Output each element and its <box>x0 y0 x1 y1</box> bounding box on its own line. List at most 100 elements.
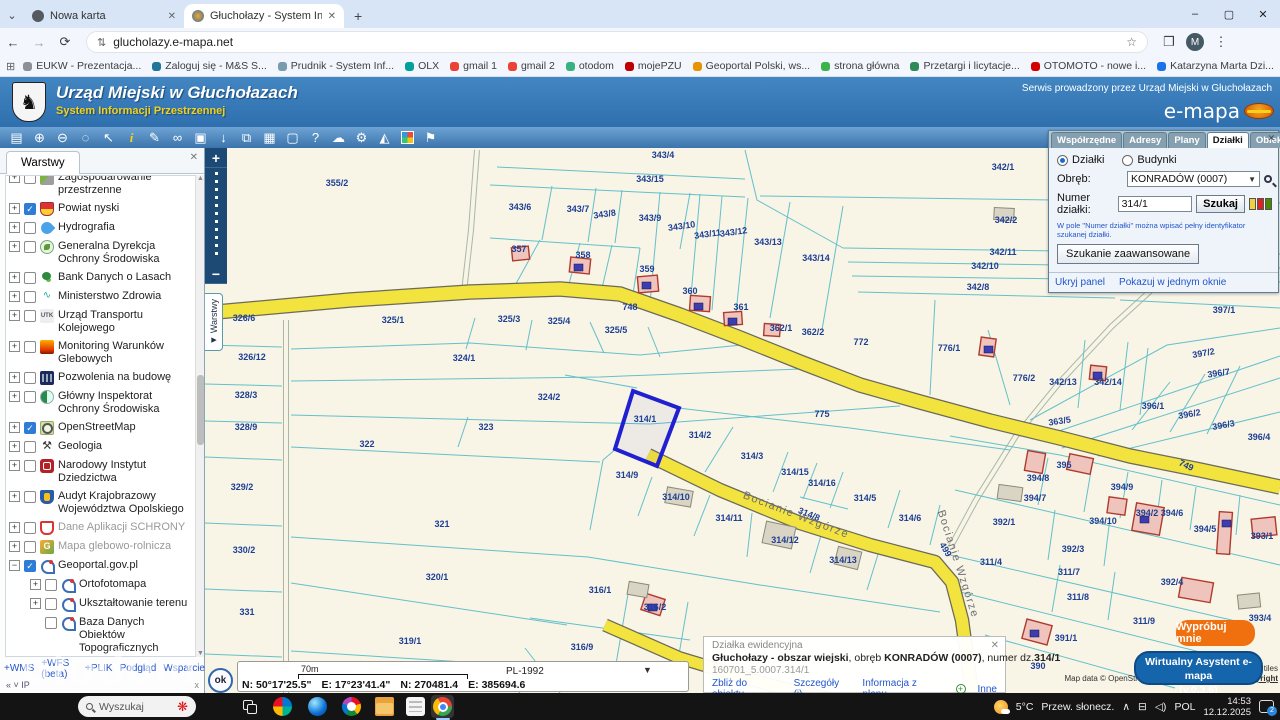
assistant-try-button[interactable]: Wypróbuj mnie <box>1176 620 1255 646</box>
mini-left[interactable]: « ˅ IP <box>6 680 30 690</box>
tab-search-icon[interactable]: ⌄ <box>0 9 24 28</box>
browser-tab-inactive[interactable]: Nowa karta ✕ <box>24 4 184 28</box>
reload-icon[interactable]: ⟳ <box>52 34 78 50</box>
search-icon[interactable] <box>1264 175 1272 183</box>
layer-item[interactable]: + ✓ OpenStreetMap <box>9 418 188 437</box>
expand-icon[interactable]: + <box>9 291 20 302</box>
browser-tab-active[interactable]: Głuchołazy - System Informacj ✕ <box>184 4 344 28</box>
link-icon[interactable]: ∞ <box>167 128 188 148</box>
layer-item[interactable]: + Narodowy Instytut Dziedzictwa <box>9 456 188 487</box>
expand-icon[interactable]: + <box>30 598 41 609</box>
download-icon[interactable]: ↓ <box>213 128 234 148</box>
extensions-icon[interactable]: ❒ <box>1156 34 1182 50</box>
close-icon[interactable]: ✕ <box>190 152 198 163</box>
volume-icon[interactable]: ◁) <box>1155 701 1167 713</box>
select-area-icon[interactable]: ◌ <box>75 128 96 148</box>
layer-checkbox[interactable] <box>24 460 36 472</box>
chrome-icon[interactable] <box>433 697 452 716</box>
edge-browser-icon[interactable] <box>308 697 327 716</box>
expand-icon[interactable]: + <box>9 241 20 252</box>
expand-icon[interactable]: + <box>9 310 20 321</box>
layer-checkbox[interactable] <box>24 310 36 322</box>
layer-checkbox[interactable]: ✓ <box>24 422 36 434</box>
designer-app-icon[interactable] <box>342 697 361 716</box>
maximize-button[interactable]: ▢ <box>1212 8 1246 21</box>
layer-checkbox[interactable] <box>24 241 36 253</box>
print-icon[interactable]: ▣ <box>190 128 211 148</box>
panels-icon[interactable]: ▦ <box>259 128 280 148</box>
zoom-out-button[interactable]: − <box>205 264 227 284</box>
radio-budynki[interactable]: Budynki <box>1122 154 1177 166</box>
layer-item[interactable]: + Monitoring Warunków Glebowych <box>9 337 188 368</box>
layer-item[interactable]: + ✓ Powiat nyski <box>9 199 188 218</box>
clock[interactable]: 14:53 12.12.2025 <box>1203 696 1251 718</box>
new-tab-button[interactable]: + <box>354 8 362 28</box>
layer-checkbox[interactable] <box>24 491 36 503</box>
layer-item[interactable]: Baza Danych Obiektów Topograficznych BDO… <box>9 613 188 656</box>
parcel-number-input[interactable]: 314/1 <box>1117 196 1193 212</box>
szukaj-button[interactable]: Szukaj <box>1196 195 1245 213</box>
bookmark-item[interactable]: mojePZU <box>624 60 682 72</box>
layer-item[interactable]: + Hydrografia <box>9 218 188 237</box>
panel-footer-link[interactable]: +WMS <box>4 663 34 674</box>
bookmark-item[interactable]: Przetargi i licytacje... <box>910 60 1020 72</box>
pointer-icon[interactable]: ↖ <box>98 128 119 148</box>
expand-icon[interactable]: + <box>9 203 20 214</box>
zoom-slider[interactable] <box>205 168 227 264</box>
layer-item[interactable]: + ⚒ Geologia <box>9 437 188 456</box>
menu-dots-icon[interactable]: ⋮ <box>1208 34 1234 50</box>
layer-checkbox[interactable] <box>24 341 36 353</box>
bookmark-item[interactable]: Zaloguj się - M&S S... <box>152 60 267 72</box>
scroll-down-icon[interactable]: ▼ <box>196 650 205 657</box>
compare-icon[interactable]: ◭ <box>374 128 395 148</box>
bookmark-star-icon[interactable]: ☆ <box>1126 35 1137 49</box>
layer-item[interactable]: + UTK Urząd Transportu Kolejowego <box>9 306 188 337</box>
expand-icon[interactable]: + <box>9 391 20 402</box>
tab-adresy[interactable]: Adresy <box>1123 132 1168 148</box>
upload-icon[interactable]: ☁ <box>328 128 349 148</box>
layer-checkbox[interactable] <box>24 372 36 384</box>
crs-label[interactable]: PL-1992 <box>506 666 544 677</box>
apps-grid-icon[interactable]: ⊞ <box>6 60 15 73</box>
bookmark-item[interactable]: gmail 1 <box>450 60 497 72</box>
scrollbar-thumb[interactable] <box>197 375 204 445</box>
layer-item[interactable]: + G Mapa glebowo-rolnicza <box>9 537 188 556</box>
advanced-search-button[interactable]: Szukanie zaawansowane <box>1057 244 1200 264</box>
layers-icon[interactable]: ▤ <box>6 128 27 148</box>
layer-item[interactable]: − ✓ Geoportal.gov.pl <box>9 556 188 575</box>
comment-icon[interactable]: ▢ <box>282 128 303 148</box>
network-icon[interactable]: ⊟ <box>1138 701 1147 713</box>
tab-close-icon[interactable]: ✕ <box>328 11 336 22</box>
panel-footer-link[interactable]: Wsparcie <box>163 663 205 674</box>
bookmark-item[interactable]: Prudnik - System Inf... <box>277 60 394 72</box>
layer-item[interactable]: + Pozwolenia na budowę <box>9 368 188 387</box>
close-button[interactable]: ✕ <box>1246 8 1280 21</box>
bookmark-item[interactable]: strona główna <box>821 60 899 72</box>
layer-checkbox[interactable] <box>24 272 36 284</box>
tab-warstwy[interactable]: Warstwy <box>6 151 80 174</box>
layer-checkbox[interactable] <box>24 391 36 403</box>
tab-współrzędne[interactable]: Współrzędne <box>1051 132 1123 148</box>
layer-item[interactable]: + Główny Inspektorat Ochrony Środowiska <box>9 387 188 418</box>
zoom-out-icon[interactable]: ⊖ <box>52 128 73 148</box>
expand-icon[interactable]: + <box>9 222 20 233</box>
layer-item[interactable]: + Zagospodarowanie przestrzenne <box>9 176 188 199</box>
bookmark-item[interactable]: OLX <box>405 60 439 72</box>
expand-icon[interactable]: + <box>9 460 20 471</box>
chevron-down-icon[interactable]: ▼ <box>643 665 652 675</box>
expand-icon[interactable]: + <box>9 491 20 502</box>
layer-item[interactable]: + Ortofotomapa <box>9 575 188 594</box>
hide-panel-link[interactable]: Ukryj panel <box>1055 277 1105 288</box>
task-view-icon[interactable] <box>240 697 259 716</box>
zoom-in-icon[interactable]: ⊕ <box>29 128 50 148</box>
notifications-icon[interactable]: 2 <box>1259 700 1277 716</box>
layer-checkbox[interactable] <box>24 291 36 303</box>
copy-icon[interactable]: ⧉ <box>236 128 257 148</box>
expand-icon[interactable]: + <box>30 579 41 590</box>
taskbar-search-box[interactable]: Wyszukaj ❋ <box>78 696 196 717</box>
weather-icon[interactable] <box>993 699 1010 714</box>
ok-button[interactable]: ok <box>208 668 233 693</box>
layer-item[interactable]: + Ukształtowanie terenu <box>9 594 188 613</box>
expand-icon[interactable]: + <box>9 272 20 283</box>
weather-temp[interactable]: 5°C <box>1016 701 1034 713</box>
